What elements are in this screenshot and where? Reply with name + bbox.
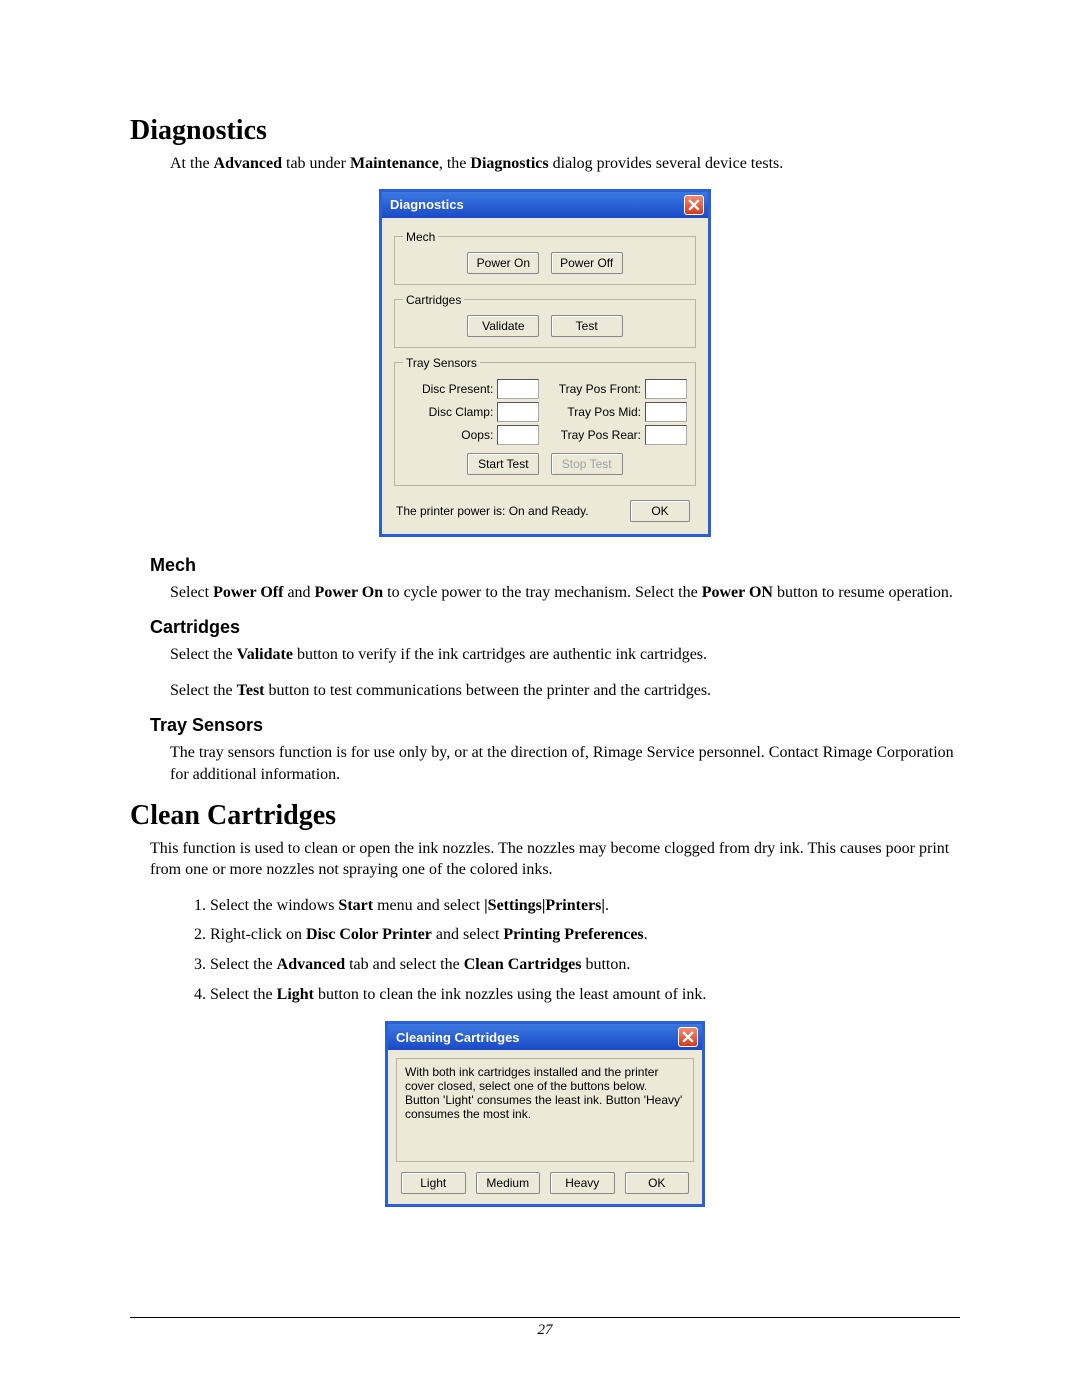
disc-clamp-field (497, 402, 539, 422)
mech-subheading: Mech (150, 555, 960, 576)
step-4: Select the Light button to clean the ink… (210, 984, 960, 1006)
text-bold: Printing Preferences (503, 926, 643, 943)
tray-sensors-group: Tray Sensors Disc Present: Tray Pos Fron… (394, 356, 696, 486)
close-icon[interactable] (678, 1027, 698, 1047)
tray-rear-label: Tray Pos Rear: (551, 428, 645, 442)
text-bold: Light (277, 986, 314, 1003)
disc-present-label: Disc Present: (403, 382, 497, 396)
text: Select the (210, 956, 277, 973)
text: At the (170, 155, 214, 172)
diagnostics-title: Diagnostics (390, 197, 464, 212)
text: . (605, 897, 609, 914)
cleaning-body: With both ink cartridges installed and t… (388, 1050, 702, 1204)
text-bold: Disc Color Printer (306, 926, 432, 943)
text: Select (170, 584, 213, 601)
text-bold: Diagnostics (470, 155, 548, 172)
text: button. (581, 956, 630, 973)
oops-label: Oops: (403, 428, 497, 442)
clean-cartridges-heading: Clean Cartridges (130, 800, 960, 832)
disc-present-field (497, 379, 539, 399)
diagnostics-body: Mech Power On Power Off Cartridges Valid… (382, 218, 708, 534)
text-bold: Advanced (214, 155, 282, 172)
clean-cartridges-intro: This function is used to clean or open t… (150, 838, 960, 881)
text: dialog provides several device tests. (549, 155, 784, 172)
page-number: 27 (538, 1322, 553, 1338)
tray-front-label: Tray Pos Front: (551, 382, 645, 396)
diagnostics-dialog: Diagnostics Mech Power On Power Off Cart… (379, 189, 711, 537)
text: Select the (210, 986, 277, 1003)
text: , the (439, 155, 471, 172)
text: button to clean the ink nozzles using th… (314, 986, 706, 1003)
tray-sensors-paragraph: The tray sensors function is for use onl… (170, 742, 960, 785)
close-icon[interactable] (684, 195, 704, 215)
power-off-button[interactable]: Power Off (551, 252, 623, 274)
text-bold: Power On (315, 584, 384, 601)
start-test-button[interactable]: Start Test (467, 453, 539, 475)
text-bold: Power ON (702, 584, 773, 601)
text-bold: Test (237, 682, 265, 699)
text: and select (432, 926, 504, 943)
tray-sensors-subheading: Tray Sensors (150, 715, 960, 736)
text-bold: Start (338, 897, 373, 914)
text-bold: Advanced (277, 956, 345, 973)
cleaning-cartridges-dialog: Cleaning Cartridges With both ink cartri… (385, 1021, 705, 1207)
cleaning-ok-button[interactable]: OK (625, 1172, 690, 1194)
text: tab under (282, 155, 350, 172)
text: button to test communications between th… (265, 682, 712, 699)
text: tab and select the (345, 956, 464, 973)
text: Select the (170, 646, 237, 663)
diagnostics-ok-button[interactable]: OK (630, 500, 690, 522)
mech-paragraph: Select Power Off and Power On to cycle p… (170, 582, 960, 604)
cleaning-text: With both ink cartridges installed and t… (396, 1058, 694, 1162)
cartridges-paragraph-2: Select the Test button to test communica… (170, 680, 960, 702)
tray-sensors-legend: Tray Sensors (403, 356, 480, 370)
tray-mid-label: Tray Pos Mid: (551, 405, 645, 419)
text: Right-click on (210, 926, 306, 943)
text-bold: |Settings|Printers| (484, 897, 605, 914)
diagnostics-intro: At the Advanced tab under Maintenance, t… (170, 153, 960, 175)
power-on-button[interactable]: Power On (467, 252, 539, 274)
text-bold: Clean Cartridges (464, 956, 582, 973)
mech-legend: Mech (403, 230, 438, 244)
test-button[interactable]: Test (551, 315, 623, 337)
cartridges-subheading: Cartridges (150, 617, 960, 638)
cartridges-legend: Cartridges (403, 293, 464, 307)
cartridges-group: Cartridges Validate Test (394, 293, 696, 348)
step-3: Select the Advanced tab and select the C… (210, 954, 960, 976)
text-bold: Validate (237, 646, 293, 663)
step-2: Right-click on Disc Color Printer and se… (210, 924, 960, 946)
text: button to resume operation. (773, 584, 953, 601)
text: to cycle power to the tray mechanism. Se… (383, 584, 702, 601)
oops-field (497, 425, 539, 445)
disc-clamp-label: Disc Clamp: (403, 405, 497, 419)
tray-front-field (645, 379, 687, 399)
text-bold: Maintenance (350, 155, 439, 172)
text: Select the (170, 682, 237, 699)
cleaning-title: Cleaning Cartridges (396, 1030, 520, 1045)
stop-test-button[interactable]: Stop Test (551, 453, 623, 475)
tray-mid-field (645, 402, 687, 422)
mech-group: Mech Power On Power Off (394, 230, 696, 285)
text: and (283, 584, 314, 601)
text: . (644, 926, 648, 943)
light-button[interactable]: Light (401, 1172, 466, 1194)
diagnostics-heading: Diagnostics (130, 115, 960, 147)
diagnostics-titlebar: Diagnostics (382, 192, 708, 218)
tray-rear-field (645, 425, 687, 445)
medium-button[interactable]: Medium (476, 1172, 541, 1194)
text: menu and select (373, 897, 484, 914)
text-bold: Power Off (213, 584, 283, 601)
clean-steps-list: Select the windows Start menu and select… (170, 895, 960, 1005)
diagnostics-status: The printer power is: On and Ready. (396, 504, 589, 518)
validate-button[interactable]: Validate (467, 315, 539, 337)
cartridges-paragraph-1: Select the Validate button to verify if … (170, 644, 960, 666)
heavy-button[interactable]: Heavy (550, 1172, 615, 1194)
page-footer: 27 (130, 1317, 960, 1339)
cleaning-titlebar: Cleaning Cartridges (388, 1024, 702, 1050)
text: Select the windows (210, 897, 338, 914)
text: button to verify if the ink cartridges a… (293, 646, 707, 663)
step-1: Select the windows Start menu and select… (210, 895, 960, 917)
